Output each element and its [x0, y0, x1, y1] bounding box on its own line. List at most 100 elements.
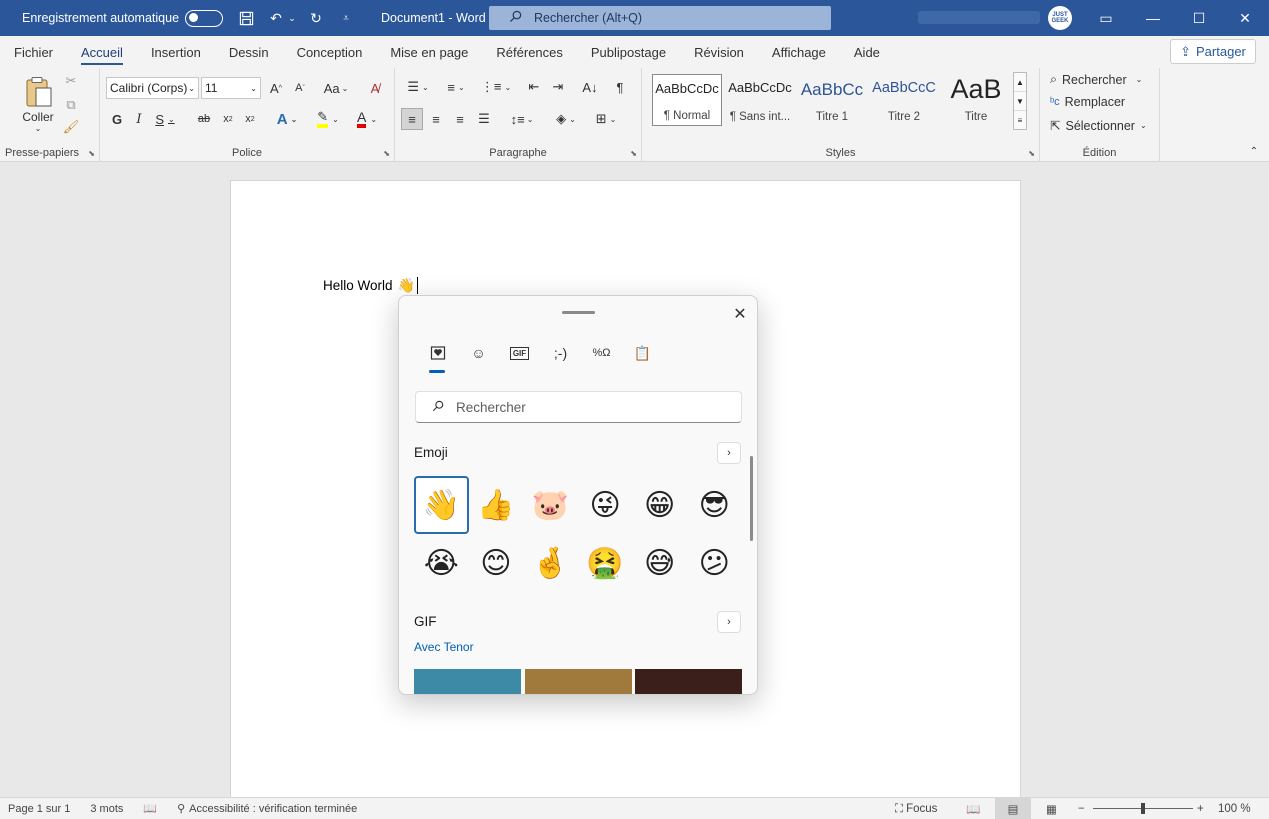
shading-icon[interactable]: ◈ ⌄	[549, 108, 583, 130]
font-name-select[interactable]: Calibri (Corps) ⌄	[106, 77, 199, 99]
tab-favorites[interactable]	[417, 342, 458, 373]
emoji-smiling[interactable]: 😊	[469, 534, 524, 592]
undo-dropdown-icon[interactable]: ⌄	[287, 7, 297, 29]
title-search-box[interactable]: Rechercher (Alt+Q)	[489, 6, 831, 30]
sort-icon[interactable]: A↓	[579, 76, 601, 98]
highlight-color-icon[interactable]: ✎ ⌄	[310, 108, 346, 130]
align-center-button[interactable]: ≡	[425, 108, 447, 130]
emoji-thumbs-up[interactable]: 👍	[469, 476, 524, 534]
panel-scrollbar[interactable]	[750, 456, 753, 541]
change-case-button[interactable]: Aa ⌄	[320, 78, 352, 98]
find-button[interactable]: ⌕ Rechercher ⌄	[1050, 72, 1142, 87]
emoji-crying[interactable]: 😭	[414, 534, 469, 592]
save-icon[interactable]	[235, 7, 257, 29]
tab-emoji[interactable]: ☺	[458, 342, 499, 364]
tab-accueil[interactable]: Accueil	[67, 36, 137, 68]
bold-button[interactable]: G	[108, 108, 126, 130]
tab-gif[interactable]: GIF	[499, 342, 540, 364]
gif-thumbnail[interactable]	[414, 669, 521, 694]
paste-button[interactable]: Coller ⌄	[18, 72, 58, 136]
word-count[interactable]: 3 mots	[90, 803, 123, 815]
show-marks-icon[interactable]: ¶	[609, 76, 631, 98]
emoji-sunglasses[interactable]: 😎	[687, 476, 742, 534]
emoji-vomiting[interactable]: 🤮	[578, 534, 633, 592]
tab-affichage[interactable]: Affichage	[758, 36, 840, 68]
collapse-ribbon-icon[interactable]: ⌃	[1246, 144, 1262, 158]
minimize-button[interactable]: —	[1130, 0, 1176, 36]
emoji-waving-hand[interactable]: 👋	[414, 476, 469, 534]
emoji-pig-face[interactable]: 🐷	[523, 476, 578, 534]
replace-button[interactable]: ᵇc Remplacer	[1050, 95, 1125, 109]
scroll-down-icon[interactable]: ▼	[1014, 92, 1026, 111]
font-size-select[interactable]: 11 ⌄	[201, 77, 261, 99]
style-heading-1[interactable]: AaBbCc Titre 1	[797, 74, 867, 126]
emoji-confused[interactable]: 😕	[687, 534, 742, 592]
tab-revision[interactable]: Révision	[680, 36, 758, 68]
autosave-toggle[interactable]	[185, 9, 224, 27]
emoji-see-more-button[interactable]: ›	[717, 442, 741, 464]
grow-font-icon[interactable]: A ^	[266, 78, 286, 98]
styles-launcher-icon[interactable]: ⬊	[1028, 149, 1035, 158]
more-styles-icon[interactable]: ≡	[1014, 111, 1026, 129]
close-icon[interactable]: ✕	[728, 302, 752, 326]
multilevel-list-icon[interactable]: ⋮≡ ⌄	[479, 76, 513, 98]
emoji-winking-tongue[interactable]: 😜	[578, 476, 633, 534]
page-count[interactable]: Page 1 sur 1	[8, 803, 70, 815]
style-no-spacing[interactable]: AaBbCcDc ¶ Sans int...	[725, 74, 795, 126]
shrink-font-icon[interactable]: Aˇ	[290, 78, 310, 98]
cut-icon[interactable]: ✂	[62, 72, 80, 90]
undo-icon[interactable]: ↶	[265, 7, 287, 29]
tab-publipostage[interactable]: Publipostage	[577, 36, 680, 68]
tab-insertion[interactable]: Insertion	[137, 36, 215, 68]
text-effects-icon[interactable]: A ⌄	[272, 108, 302, 130]
superscript-button[interactable]: x2	[240, 108, 260, 130]
web-layout-icon[interactable]: ▦	[1046, 798, 1057, 819]
clipboard-launcher-icon[interactable]: ⬊	[88, 149, 95, 158]
tab-mise-en-page[interactable]: Mise en page	[376, 36, 482, 68]
borders-icon[interactable]: ⊞ ⌄	[589, 108, 623, 130]
print-layout-icon[interactable]: ▤	[995, 798, 1031, 819]
zoom-level[interactable]: 100 %	[1218, 798, 1251, 819]
style-title[interactable]: AaB Titre	[941, 74, 1011, 126]
subscript-button[interactable]: x2	[218, 108, 238, 130]
tab-clipboard[interactable]: 📋	[622, 342, 663, 364]
ribbon-display-options-icon[interactable]: ▭	[1083, 0, 1129, 36]
proofing-book-icon[interactable]: 📖	[143, 802, 157, 815]
emoji-grinning[interactable]: 😁	[632, 476, 687, 534]
align-right-button[interactable]: ≡	[449, 108, 471, 130]
tab-kaomoji[interactable]: ;-)	[540, 342, 581, 364]
gif-see-more-button[interactable]: ›	[717, 611, 741, 633]
numbering-icon[interactable]: ≡ ⌄	[439, 76, 473, 98]
share-button[interactable]: ⇪ Partager	[1170, 39, 1256, 64]
zoom-out-icon[interactable]: −	[1078, 798, 1085, 819]
select-button[interactable]: ⇱ Sélectionner ⌄	[1050, 118, 1147, 134]
redo-icon[interactable]: ↻	[305, 7, 327, 29]
font-launcher-icon[interactable]: ⬊	[383, 149, 390, 158]
document-body-text[interactable]: Hello World 👋	[323, 277, 418, 294]
emoji-crossed-fingers[interactable]: 🤞	[523, 534, 578, 592]
line-spacing-icon[interactable]: ↕≡ ⌄	[505, 108, 539, 130]
panel-drag-handle[interactable]	[562, 311, 595, 314]
avatar[interactable]: JUST GEEK	[1048, 6, 1072, 30]
emoji-search-input[interactable]: Rechercher	[415, 391, 742, 423]
focus-button[interactable]: ⛶ Focus	[895, 798, 937, 819]
underline-button[interactable]: S ⌄	[152, 108, 178, 130]
styles-gallery-scroll[interactable]: ▲ ▼ ≡	[1013, 72, 1027, 130]
align-left-button[interactable]: ≡	[401, 108, 423, 130]
gif-thumbnail[interactable]	[525, 669, 632, 694]
gif-thumbnail[interactable]	[635, 669, 742, 694]
format-painter-icon[interactable]: 🖌	[62, 118, 80, 136]
tenor-attribution[interactable]: Avec Tenor	[414, 640, 474, 654]
style-normal[interactable]: AaBbCcDc ¶ Normal	[652, 74, 722, 126]
tab-aide[interactable]: Aide	[840, 36, 894, 68]
read-mode-icon[interactable]: 📖	[966, 798, 980, 819]
justify-button[interactable]: ☰	[473, 108, 495, 130]
scroll-up-icon[interactable]: ▲	[1014, 73, 1026, 92]
tab-dessin[interactable]: Dessin	[215, 36, 283, 68]
maximize-button[interactable]: ☐	[1176, 0, 1222, 36]
zoom-slider-thumb[interactable]	[1141, 803, 1145, 814]
tab-references[interactable]: Références	[482, 36, 576, 68]
paragraph-launcher-icon[interactable]: ⬊	[630, 149, 637, 158]
increase-indent-icon[interactable]: ⇥	[547, 76, 569, 98]
clear-formatting-icon[interactable]: A̸	[364, 78, 386, 98]
